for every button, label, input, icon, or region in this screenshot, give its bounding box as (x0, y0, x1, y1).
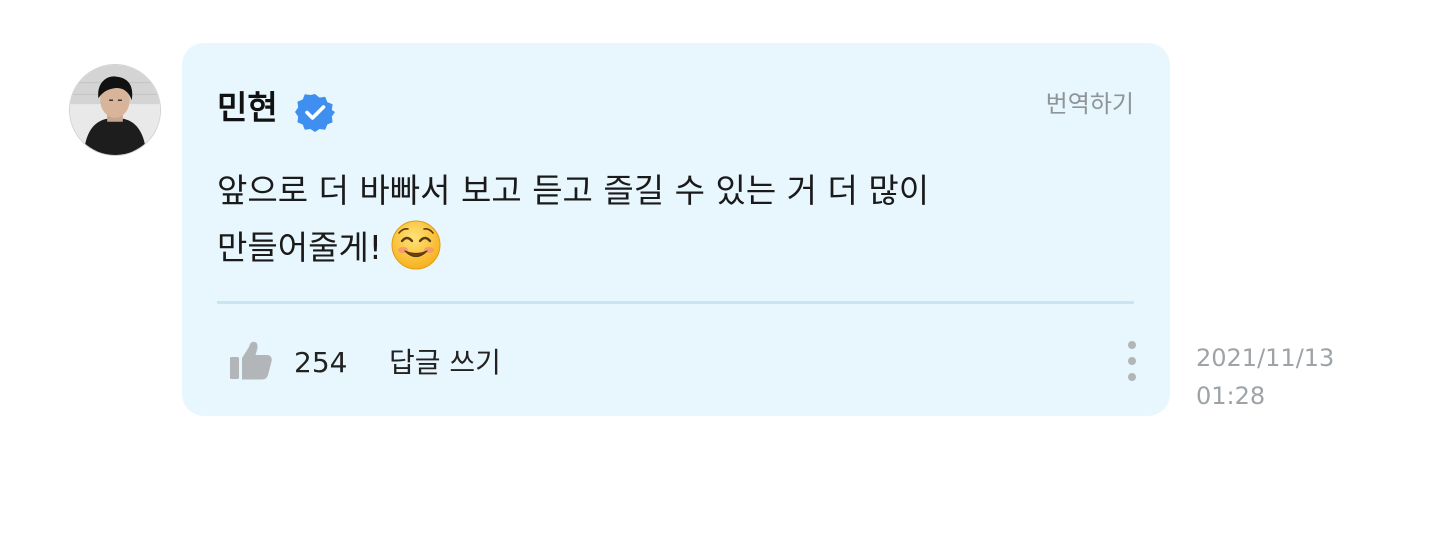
author-avatar[interactable] (69, 64, 161, 156)
comment-text-line-2: 만들어줄게! (217, 228, 383, 267)
translate-button[interactable]: 번역하기 (1046, 86, 1134, 122)
avatar-photo (70, 65, 160, 155)
verified-badge-icon (295, 92, 335, 132)
author-name[interactable]: 민현 (217, 83, 278, 133)
comment-bubble: 민현 번역하기 앞으로 더 바빠서 보고 듣고 즐길 수 있는 거 더 많이 만… (182, 43, 1170, 416)
comment-date: 2021/11/13 (1196, 344, 1335, 372)
comment-divider (217, 301, 1134, 304)
like-thumbs-up-icon[interactable] (229, 339, 273, 381)
comment-text: 앞으로 더 바빠서 보고 듣고 즐길 수 있는 거 더 많이 만들어줄게! (217, 163, 1097, 276)
smiling-face-emoji-icon (390, 219, 442, 271)
more-options-icon[interactable] (1120, 339, 1144, 383)
reply-button[interactable]: 답글 쓰기 (389, 343, 501, 383)
comment-timestamp: 2021/11/13 01:28 (1196, 339, 1334, 415)
comment-time: 01:28 (1196, 382, 1266, 410)
comment-text-line-1: 앞으로 더 바빠서 보고 듣고 즐길 수 있는 거 더 많이 (217, 171, 930, 210)
like-count: 254 (294, 346, 348, 379)
